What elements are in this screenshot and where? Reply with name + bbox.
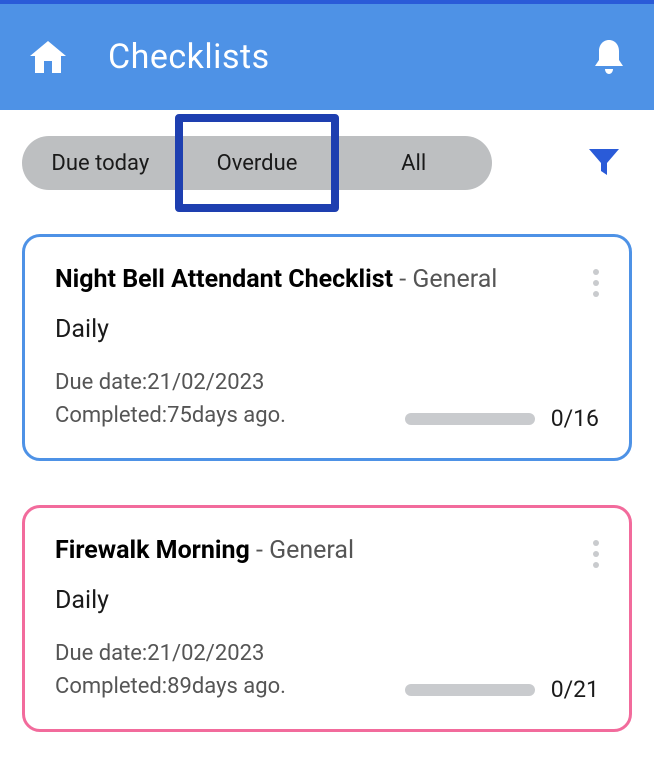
filter-icon xyxy=(586,143,622,179)
completed-label: Completed: xyxy=(55,674,167,699)
more-icon xyxy=(593,291,599,297)
checklist-frequency: Daily xyxy=(55,315,599,344)
card-title: Night Bell Attendant Checklist - General xyxy=(55,265,497,294)
checklist-name: Firewalk Morning xyxy=(55,536,250,565)
filter-button[interactable] xyxy=(586,143,622,183)
page-title: Checklists xyxy=(108,37,270,77)
card-header-row: Night Bell Attendant Checklist - General xyxy=(55,265,599,297)
tab-overdue[interactable]: Overdue xyxy=(179,136,336,190)
due-label: Due date: xyxy=(55,641,147,666)
checklist-card[interactable]: Firewalk Morning - General Daily Due dat… xyxy=(22,505,632,732)
progress-text: 0/16 xyxy=(551,405,599,432)
completed-value: 89days ago. xyxy=(167,674,286,699)
checklist-frequency: Daily xyxy=(55,586,599,615)
app-header: Checklists xyxy=(0,4,654,110)
checklist-card[interactable]: Night Bell Attendant Checklist - General… xyxy=(22,234,632,461)
completed-label: Completed: xyxy=(55,403,167,428)
card-title: Firewalk Morning - General xyxy=(55,536,354,565)
progress-text: 0/21 xyxy=(551,676,599,703)
progress-bar xyxy=(405,413,535,425)
bell-icon xyxy=(592,38,626,76)
progress-row: 0/16 xyxy=(405,405,599,432)
more-icon xyxy=(593,562,599,568)
home-button[interactable] xyxy=(28,39,68,75)
card-more-button[interactable] xyxy=(585,536,599,568)
more-icon xyxy=(593,540,599,546)
completed-value: 75days ago. xyxy=(167,403,286,428)
tab-label: Overdue xyxy=(217,151,298,176)
card-header-row: Firewalk Morning - General xyxy=(55,536,599,568)
progress-row: 0/21 xyxy=(405,676,599,703)
due-value: 21/02/2023 xyxy=(147,370,264,395)
due-label: Due date: xyxy=(55,370,147,395)
tab-all[interactable]: All xyxy=(335,136,492,190)
tab-due-today[interactable]: Due today xyxy=(22,136,179,190)
tab-label: Due today xyxy=(51,151,149,176)
progress-bar xyxy=(405,684,535,696)
tab-label: All xyxy=(401,151,426,176)
notifications-button[interactable] xyxy=(592,38,626,80)
more-icon xyxy=(593,280,599,286)
card-more-button[interactable] xyxy=(585,265,599,297)
due-line: Due date:21/02/2023 xyxy=(55,366,599,399)
checklist-name: Night Bell Attendant Checklist xyxy=(55,265,393,294)
cards-container: Night Bell Attendant Checklist - General… xyxy=(0,190,654,732)
more-icon xyxy=(593,551,599,557)
home-icon xyxy=(28,39,68,75)
tab-bar: Due today Overdue All xyxy=(22,136,492,190)
more-icon xyxy=(593,269,599,275)
due-line: Due date:21/02/2023 xyxy=(55,637,599,670)
checklist-category: - General xyxy=(393,265,497,294)
tab-selected-inner: Overdue xyxy=(217,151,298,176)
due-value: 21/02/2023 xyxy=(147,641,264,666)
checklist-category: - General xyxy=(250,536,354,565)
tabs-row: Due today Overdue All xyxy=(0,110,654,190)
